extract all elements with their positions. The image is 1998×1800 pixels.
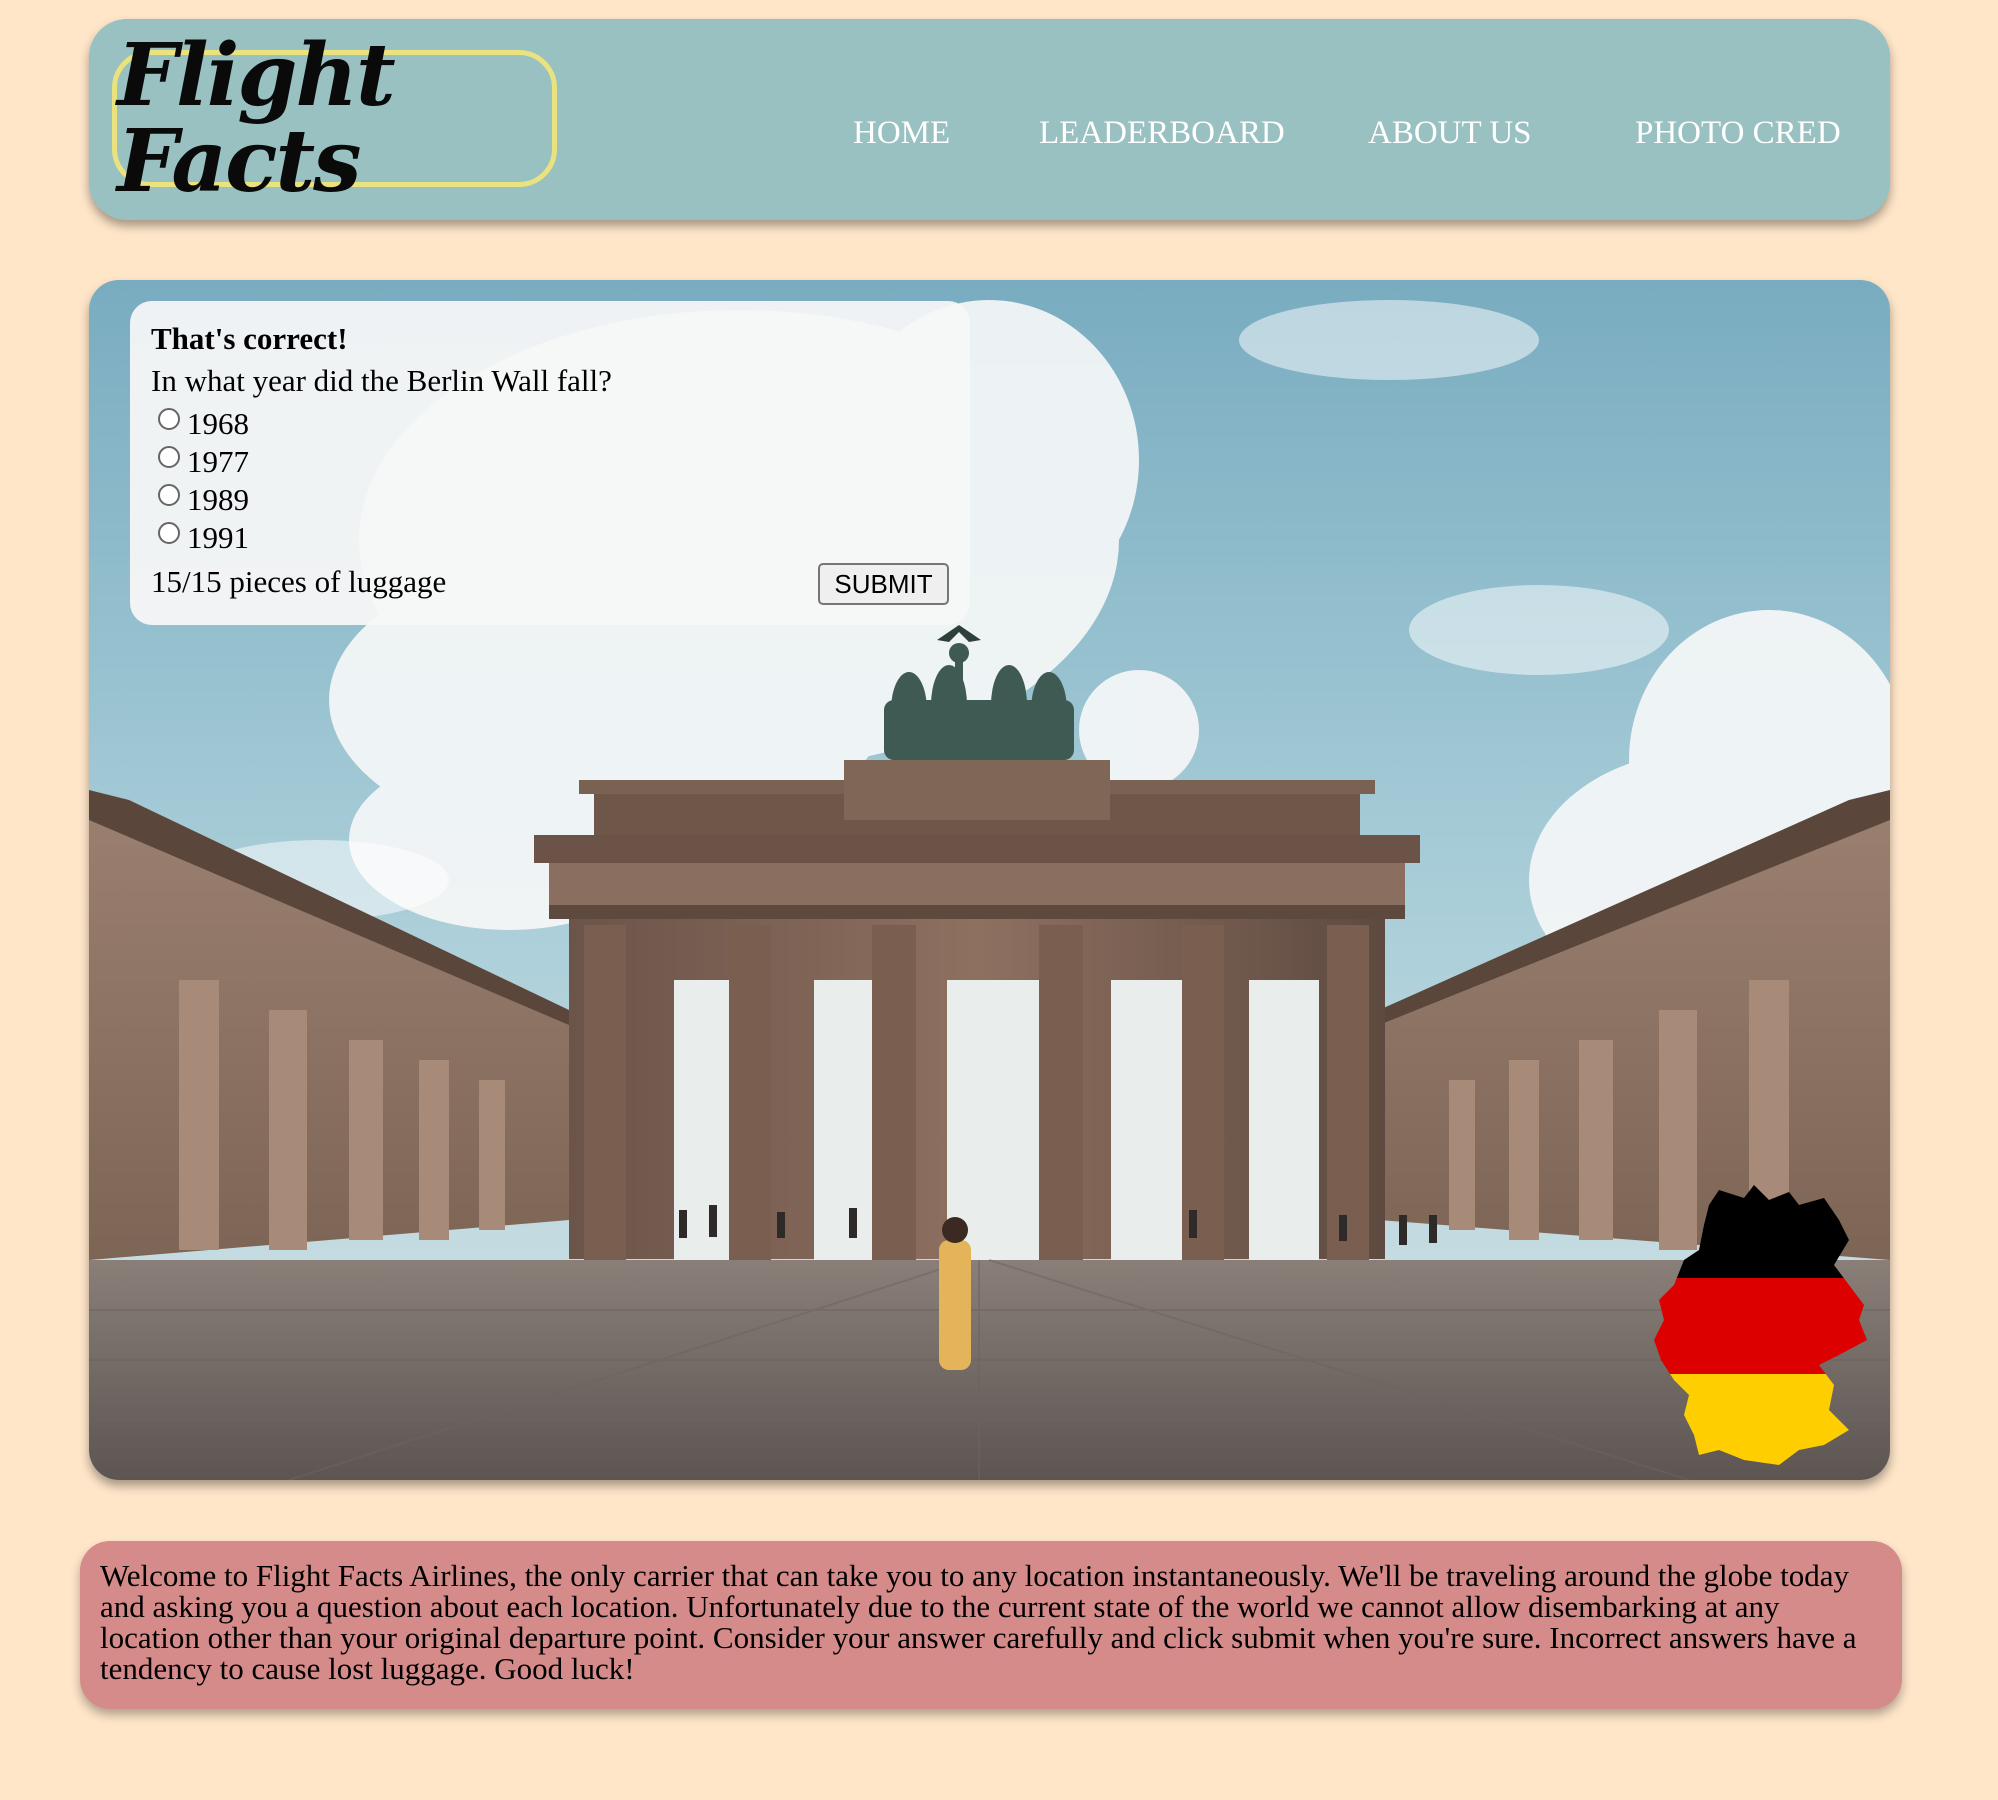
site-header: Flight Facts HOME LEADERBOARD ABOUT US P…: [89, 19, 1890, 220]
option-label: 1977: [187, 444, 249, 479]
luggage-counter: 15/15 pieces of luggage: [151, 564, 447, 599]
germany-flag-map-icon: [1654, 1185, 1867, 1465]
option-label: 1991: [187, 520, 249, 555]
radio-button[interactable]: [158, 408, 180, 430]
option-label: 1989: [187, 482, 249, 517]
question-text: In what year did the Berlin Wall fall?: [151, 363, 612, 398]
site-logo[interactable]: Flight Facts: [112, 32, 557, 204]
answer-option[interactable]: 1991: [158, 520, 249, 556]
nav-photo-cred[interactable]: PHOTO CRED: [1635, 117, 1841, 150]
answer-option[interactable]: 1968: [158, 406, 249, 442]
nav-home[interactable]: HOME: [853, 117, 950, 150]
option-label: 1968: [187, 406, 249, 441]
welcome-message: Welcome to Flight Facts Airlines, the on…: [80, 1541, 1902, 1709]
nav-about-us[interactable]: ABOUT US: [1368, 117, 1532, 150]
hero-scene: That's correct! In what year did the Ber…: [89, 280, 1890, 1480]
answer-option[interactable]: 1989: [158, 482, 249, 518]
submit-button[interactable]: SUBMIT: [818, 563, 949, 605]
radio-button[interactable]: [158, 484, 180, 506]
answer-feedback: That's correct!: [151, 321, 348, 356]
nav-leaderboard[interactable]: LEADERBOARD: [1039, 117, 1285, 150]
answer-option[interactable]: 1977: [158, 444, 249, 480]
quiz-panel: That's correct! In what year did the Ber…: [130, 301, 970, 625]
radio-button[interactable]: [158, 522, 180, 544]
radio-button[interactable]: [158, 446, 180, 468]
